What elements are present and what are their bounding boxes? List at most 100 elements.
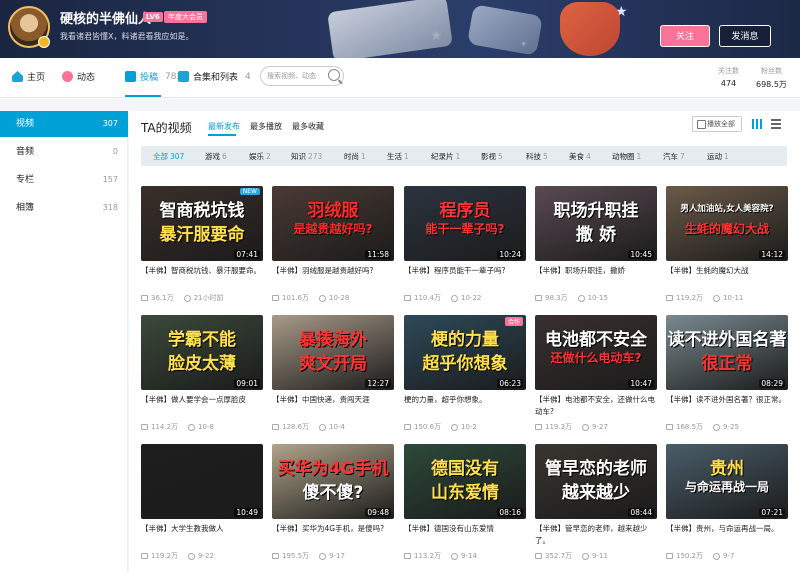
play-count: 98.3万 <box>545 294 568 302</box>
video-card[interactable]: 职场升职挂撒 娇 10:45 【半佛】职场升职挂，撒娇 98.3万 10-15 <box>535 186 657 308</box>
sidebar-item-album[interactable]: 相簿 318 <box>0 195 128 221</box>
video-card[interactable]: 10:49 【半佛】大学生教我做人 119.2万 9-22 <box>141 444 263 566</box>
filter-item[interactable]: 纪录片 1 <box>431 151 460 162</box>
video-title[interactable]: 【半佛】做人要学会一点厚脸皮 <box>141 394 263 418</box>
tab-uploads[interactable]: 投稿 782 <box>125 70 182 83</box>
sort-most-played[interactable]: 最多播放 <box>250 121 282 132</box>
filter-item[interactable]: 汽车 7 <box>663 151 685 162</box>
video-card[interactable]: 梗的力量 超乎你想象 合作 06:23 梗的力量，超乎你想象。 150.6万 10-2 <box>404 315 526 437</box>
filter-item[interactable]: 运动 1 <box>707 151 729 162</box>
filter-label: 知识 <box>291 152 306 161</box>
filter-item[interactable]: 生活 1 <box>387 151 409 162</box>
video-card[interactable]: 德国没有 山东爱情 08:16 【半佛】德国没有山东爱情 113.2万 9-14 <box>404 444 526 566</box>
filter-item[interactable]: 美食 4 <box>569 151 591 162</box>
filter-item[interactable]: 全部 307 <box>153 151 184 162</box>
filter-count: 1 <box>404 152 409 161</box>
video-card[interactable]: 管早恋的老师 越来越少 08:44 【半佛】管早恋的老师，越来越少了。 352.7万 9-… <box>535 444 657 566</box>
grid-view-icon[interactable] <box>752 119 762 129</box>
video-card[interactable]: 羽绒服 是越贵越好吗? 11:58 【半佛】羽绒服是越贵越好吗? 101.6万 10-28 <box>272 186 394 308</box>
video-thumbnail[interactable]: 男人加油站,女人美容院? 生蚝的魔幻大战 14:12 <box>666 186 788 261</box>
sidebar-item-article[interactable]: 专栏 157 <box>0 167 128 193</box>
tab-home[interactable]: 主页 <box>12 70 45 83</box>
video-title[interactable]: 【半佛】读不进外国名著？很正常。 <box>666 394 788 418</box>
video-thumbnail[interactable]: 电池都不安全 还做什么电动车? 10:47 <box>535 315 657 390</box>
sort-latest[interactable]: 最新发布 <box>208 121 240 132</box>
clock-icon <box>577 294 585 302</box>
video-content: TA的视频 最新发布 最多播放 最多收藏 播放全部 全部 307 游戏 6 娱乐 2 知识 2… <box>129 111 800 572</box>
video-card[interactable]: 智商税坑钱 暴汗服要命 NEW 07:41 【半佛】智商税坑钱、暴汗服要命。 36.1万 2… <box>141 186 263 308</box>
play-count-icon <box>666 295 673 301</box>
video-card[interactable]: 暴揍海外 爽文开局 12:27 【半佛】中国快递，贵闯天涯 128.6万 10-4 <box>272 315 394 437</box>
video-duration: 10:49 <box>234 508 260 517</box>
sidebar: 视频 307 音频 0 专栏 157 相簿 318 <box>0 111 128 572</box>
play-count: 110.4万 <box>414 294 442 302</box>
search-input[interactable]: 搜索视频、动态 <box>260 66 344 86</box>
video-title[interactable]: 【半佛】生蚝的魔幻大战 <box>666 265 788 289</box>
fans-count[interactable]: 粉丝数 698.5万 <box>756 66 787 90</box>
search-icon[interactable] <box>328 69 340 81</box>
video-title[interactable]: 【半佛】智商税坑钱、暴汗服要命。 <box>141 265 263 289</box>
video-duration: 10:45 <box>628 250 654 259</box>
video-card[interactable]: 程序员 能干一辈子吗? 10:24 【半佛】程序员能干一辈子吗? 110.4万 10-22 <box>404 186 526 308</box>
video-thumbnail[interactable]: 智商税坑钱 暴汗服要命 NEW 07:41 <box>141 186 263 261</box>
video-card[interactable]: 学霸不能 脸皮太薄 09:01 【半佛】做人要学会一点厚脸皮 114.2万 10-8 <box>141 315 263 437</box>
video-thumbnail[interactable]: 10:49 <box>141 444 263 519</box>
video-title[interactable]: 【半佛】职场升职挂，撒娇 <box>535 265 657 289</box>
play-count-icon <box>272 553 279 559</box>
list-view-icon[interactable] <box>771 119 781 129</box>
filter-item[interactable]: 科技 5 <box>526 151 548 162</box>
video-thumbnail[interactable]: 梗的力量 超乎你想象 合作 06:23 <box>404 315 526 390</box>
video-title[interactable]: 【半佛】羽绒服是越贵越好吗? <box>272 265 394 289</box>
video-title[interactable]: 【半佛】大学生教我做人 <box>141 523 263 547</box>
filter-item[interactable]: 知识 273 <box>291 151 322 162</box>
tab-dynamic[interactable]: 动态 <box>62 70 95 83</box>
sidebar-item-video[interactable]: 视频 307 <box>0 111 128 137</box>
video-thumbnail[interactable]: 贵州 与命运再战一局 07:21 <box>666 444 788 519</box>
tab-collections[interactable]: 合集和列表 4 <box>178 70 251 83</box>
video-card[interactable]: 电池都不安全 还做什么电动车? 10:47 【半佛】电池都不安全，还做什么电动车? 11… <box>535 315 657 437</box>
video-card[interactable]: 贵州 与命运再战一局 07:21 【半佛】贵州，与命运再战一局。 150.2万 9-7 <box>666 444 788 566</box>
video-card[interactable]: 买华为4G手机 傻不傻? 09:48 【半佛】买华为4G手机，是傻吗? 195.5万 9-… <box>272 444 394 566</box>
play-all-button[interactable]: 播放全部 <box>692 116 742 132</box>
filter-count: 6 <box>222 152 227 161</box>
video-thumbnail[interactable]: 职场升职挂撒 娇 10:45 <box>535 186 657 261</box>
video-card[interactable]: 男人加油站,女人美容院? 生蚝的魔幻大战 14:12 【半佛】生蚝的魔幻大战 119.2… <box>666 186 788 308</box>
video-title[interactable]: 【半佛】中国快递，贵闯天涯 <box>272 394 394 418</box>
filter-item[interactable]: 游戏 6 <box>205 151 227 162</box>
video-title[interactable]: 【半佛】管早恋的老师，越来越少了。 <box>535 523 657 547</box>
video-card[interactable]: 读不进外国名著 很正常 08:29 【半佛】读不进外国名著？很正常。 168.5万 9-2… <box>666 315 788 437</box>
play-count: 168.5万 <box>676 423 704 431</box>
filter-label: 汽车 <box>663 152 678 161</box>
video-duration: 07:21 <box>759 508 785 517</box>
video-title[interactable]: 【半佛】买华为4G手机，是傻吗? <box>272 523 394 547</box>
filter-item[interactable]: 动物圈 1 <box>612 151 641 162</box>
video-title[interactable]: 【半佛】贵州，与命运再战一局。 <box>666 523 788 547</box>
video-thumbnail[interactable]: 买华为4G手机 傻不傻? 09:48 <box>272 444 394 519</box>
video-title[interactable]: 【半佛】德国没有山东爱情 <box>404 523 526 547</box>
thumbnail-caption: 羽绒服 <box>307 201 359 221</box>
video-thumbnail[interactable]: 德国没有 山东爱情 08:16 <box>404 444 526 519</box>
video-thumbnail[interactable]: 暴揍海外 爽文开局 12:27 <box>272 315 394 390</box>
publish-time: 9-27 <box>592 423 608 431</box>
video-thumbnail[interactable]: 程序员 能干一辈子吗? 10:24 <box>404 186 526 261</box>
follow-button[interactable]: 关注 <box>660 25 710 47</box>
video-title[interactable]: 梗的力量，超乎你想象。 <box>404 394 526 418</box>
sort-most-favorited[interactable]: 最多收藏 <box>292 121 324 132</box>
video-thumbnail[interactable]: 读不进外国名著 很正常 08:29 <box>666 315 788 390</box>
video-thumbnail[interactable]: 羽绒服 是越贵越好吗? 11:58 <box>272 186 394 261</box>
publish-time: 9-25 <box>723 423 739 431</box>
message-button[interactable]: 发消息 <box>719 25 771 47</box>
video-thumbnail[interactable]: 学霸不能 脸皮太薄 09:01 <box>141 315 263 390</box>
play-count: 195.5万 <box>282 552 310 560</box>
video-title[interactable]: 【半佛】程序员能干一辈子吗? <box>404 265 526 289</box>
filter-item[interactable]: 时尚 1 <box>344 151 366 162</box>
video-thumbnail[interactable]: 管早恋的老师 越来越少 08:44 <box>535 444 657 519</box>
publish-time: 21小时前 <box>193 294 224 302</box>
video-title[interactable]: 【半佛】电池都不安全，还做什么电动车? <box>535 394 657 418</box>
sidebar-item-audio[interactable]: 音频 0 <box>0 139 128 165</box>
filter-item[interactable]: 娱乐 2 <box>249 151 271 162</box>
following-count[interactable]: 关注数 474 <box>718 66 739 88</box>
filter-item[interactable]: 影视 5 <box>481 151 503 162</box>
video-meta: 114.2万 10-8 <box>141 422 214 432</box>
profile-banner: ★ ★ ✦ 硬核的半佛仙人 LV6 年度大会员 我看诸君皆懂X，料诸君看我应如是… <box>0 0 800 58</box>
